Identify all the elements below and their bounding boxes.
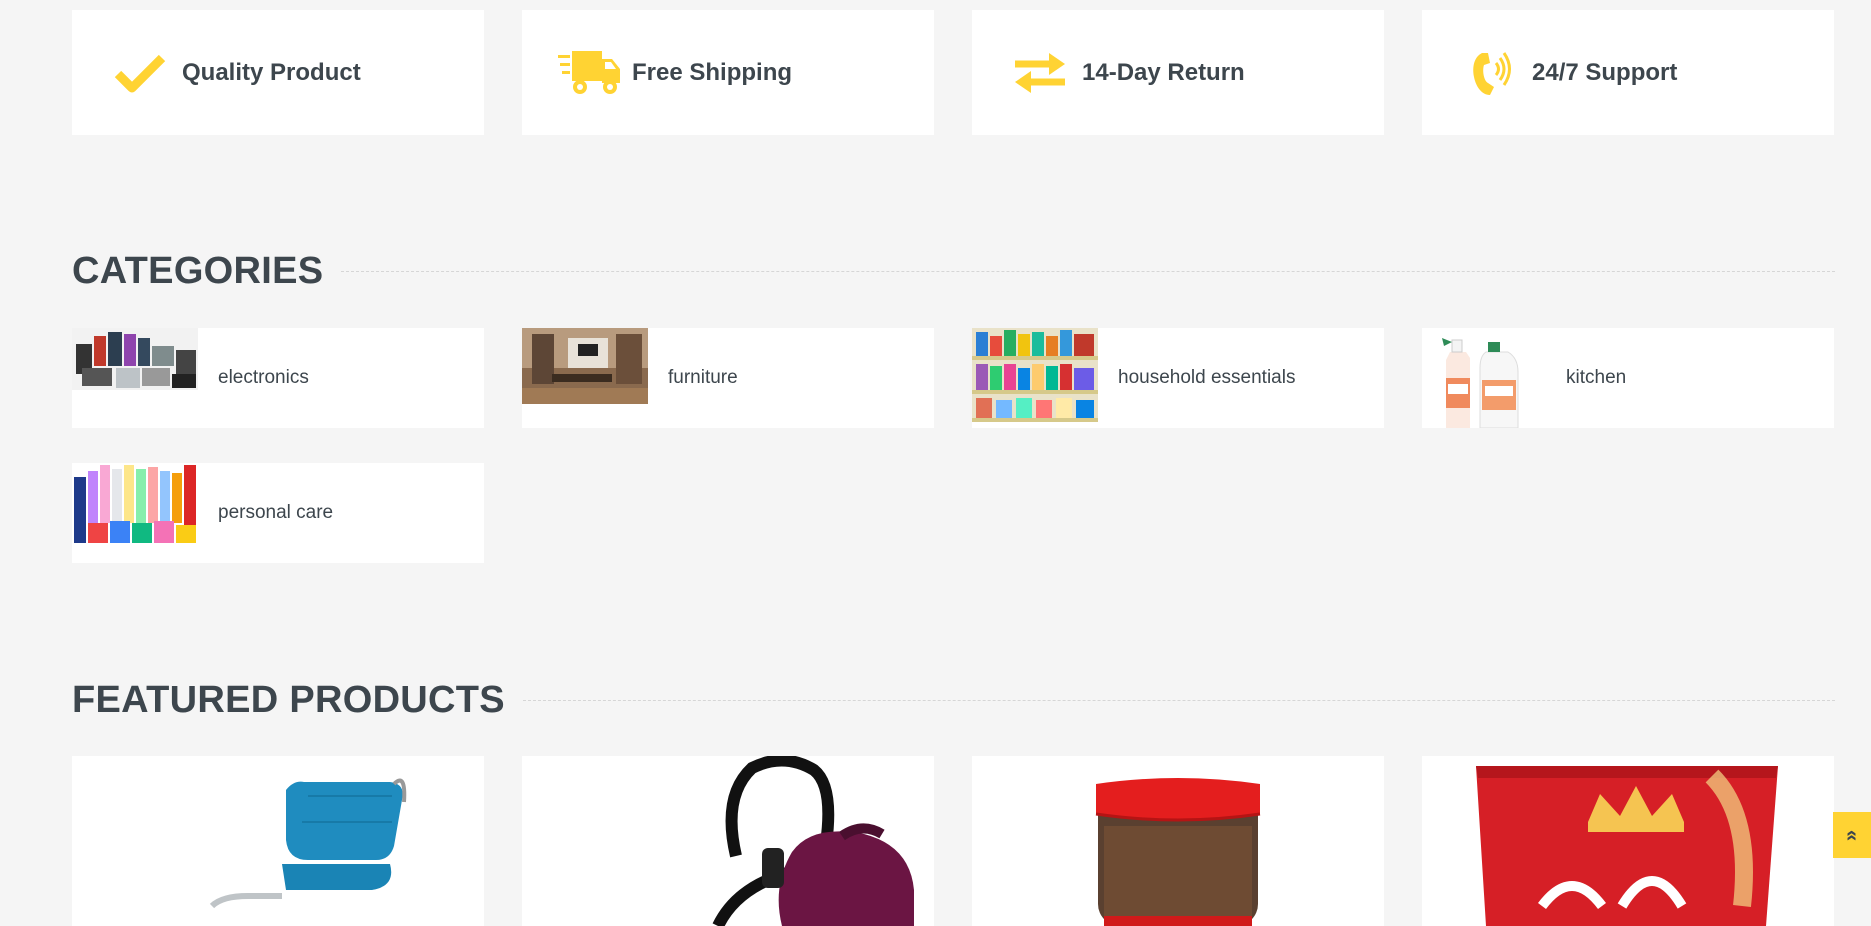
category-label: electronics xyxy=(218,367,309,388)
category-label: personal care xyxy=(218,502,334,523)
feature-label: 14-Day Return xyxy=(1082,58,1245,86)
feature-label: 24/7 Support xyxy=(1532,58,1678,86)
feature-label: Free Shipping xyxy=(632,58,793,86)
office-chair-image xyxy=(209,778,407,909)
title-divider xyxy=(341,271,1835,272)
back-to-top-button[interactable]: » xyxy=(1833,812,1871,858)
featured-products-heading: FEATURED PRODUCTS xyxy=(72,679,1835,722)
furniture-image xyxy=(522,328,648,428)
section-title: CATEGORIES xyxy=(72,250,324,292)
category-card-furniture[interactable]: furniture xyxy=(522,328,934,428)
phone-volume-icon xyxy=(1458,45,1522,101)
category-label: furniture xyxy=(668,367,738,388)
shipping-truck-icon xyxy=(558,45,622,101)
kitchen-image xyxy=(1422,328,1548,428)
check-icon xyxy=(108,45,172,101)
category-label: kitchen xyxy=(1566,367,1627,388)
categories-grid: electronics furniture household essentia… xyxy=(72,328,1835,563)
feature-free-shipping: Free Shipping xyxy=(522,10,934,135)
coffee-jar-image xyxy=(1095,778,1261,926)
title-divider xyxy=(522,700,1835,701)
featured-products-grid xyxy=(72,756,1835,926)
product-card[interactable] xyxy=(972,756,1384,926)
snack-bag-image xyxy=(1476,766,1778,926)
product-card[interactable] xyxy=(522,756,934,926)
category-label: household essentials xyxy=(1118,367,1296,388)
double-chevron-up-icon: » xyxy=(1840,829,1863,841)
categories-heading: CATEGORIES xyxy=(72,250,1835,293)
category-card-personal-care[interactable]: personal care xyxy=(72,463,484,563)
electronics-image xyxy=(72,328,198,428)
feature-quality-product: Quality Product xyxy=(72,10,484,135)
category-card-household-essentials[interactable]: household essentials xyxy=(972,328,1384,428)
vacuum-cleaner-image xyxy=(712,756,914,926)
category-card-electronics[interactable]: electronics xyxy=(72,328,484,428)
personal-care-image xyxy=(72,463,198,563)
feature-label: Quality Product xyxy=(182,58,361,86)
product-card[interactable] xyxy=(72,756,484,926)
category-card-kitchen[interactable]: kitchen xyxy=(1422,328,1834,428)
feature-24-7-support: 24/7 Support xyxy=(1422,10,1834,135)
product-card[interactable] xyxy=(1422,756,1834,926)
exchange-arrows-icon xyxy=(1008,45,1072,101)
household-essentials-image xyxy=(972,328,1098,428)
features-bar: Quality Product Free Shipping 14-Day Ret… xyxy=(72,10,1835,135)
section-title: FEATURED PRODUCTS xyxy=(72,679,505,721)
feature-14-day-return: 14-Day Return xyxy=(972,10,1384,135)
